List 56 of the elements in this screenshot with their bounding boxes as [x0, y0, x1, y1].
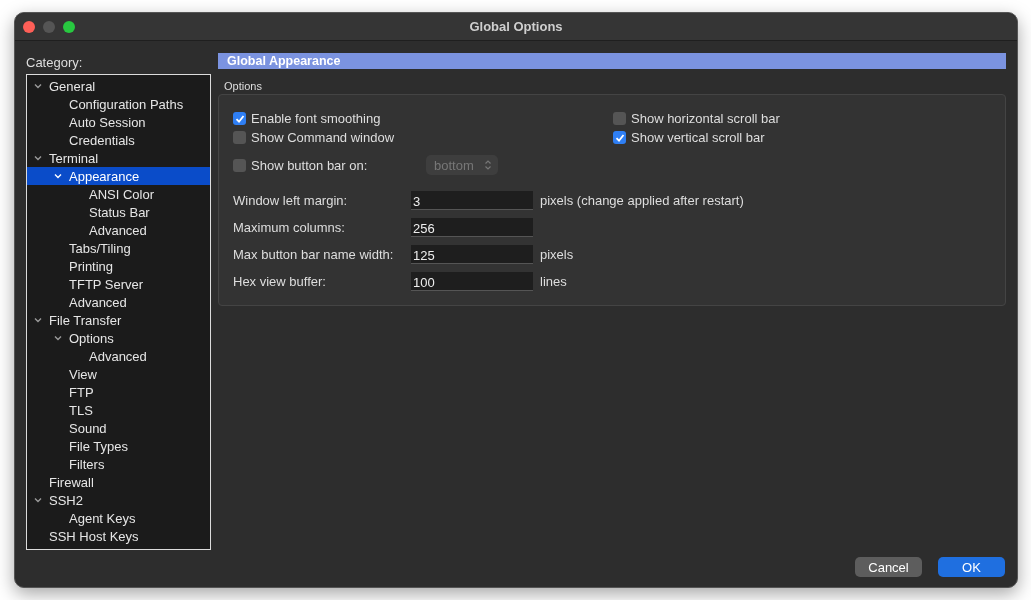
window-title: Global Options	[469, 19, 563, 34]
tree-item[interactable]: Tabs/Tiling	[27, 239, 210, 257]
tree-item[interactable]: TFTP Server	[27, 275, 210, 293]
unit-label: lines	[540, 274, 567, 289]
input-field[interactable]: 256	[411, 218, 533, 237]
panel-header: Global Appearance	[218, 53, 1006, 69]
tree-item[interactable]: FTP	[27, 383, 210, 401]
tree-item[interactable]: General	[27, 77, 210, 95]
field-label: Window left margin:	[233, 193, 349, 208]
tree-item[interactable]: Printing	[27, 257, 210, 275]
input-field[interactable]: 3	[411, 191, 533, 210]
checkbox-label[interactable]: Show vertical scroll bar	[631, 130, 765, 145]
input-field[interactable]: 100	[411, 272, 533, 291]
tree-item[interactable]: Advanced	[27, 293, 210, 311]
field-label: Hex view buffer:	[233, 274, 327, 289]
field-label: Max button bar name width:	[233, 247, 395, 262]
tree-item[interactable]: Configuration Paths	[27, 95, 210, 113]
tree-item[interactable]: Advanced	[27, 347, 210, 365]
checkbox-label[interactable]: Show Command window	[251, 130, 395, 145]
tree-item[interactable]: Status Bar	[27, 203, 210, 221]
ok-button[interactable]: OK	[938, 557, 1005, 577]
group-label: Options	[224, 80, 262, 92]
close-button[interactable]	[23, 20, 35, 33]
tree-item[interactable]: Filters	[27, 455, 210, 473]
checkbox-label[interactable]: Show horizontal scroll bar	[631, 111, 780, 126]
tree-item[interactable]: Options	[27, 329, 210, 347]
chevron-icon[interactable]	[33, 81, 43, 91]
input-field[interactable]: 125	[411, 245, 533, 264]
checkbox[interactable]	[233, 112, 246, 125]
tree-item[interactable]: Sound	[27, 419, 210, 437]
tree-item[interactable]: SSH2	[27, 491, 210, 509]
tree-item[interactable]: Terminal	[27, 149, 210, 167]
updown-arrows-icon	[484, 159, 492, 171]
tree-item[interactable]: ANSI Color	[27, 185, 210, 203]
checkbox[interactable]	[613, 131, 626, 144]
cancel-button[interactable]: Cancel	[855, 557, 922, 577]
tree-item[interactable]: Agent Keys	[27, 509, 210, 527]
unit-label: pixels	[540, 247, 574, 262]
tree-item[interactable]: SSH Host Keys	[27, 527, 210, 545]
zoom-button[interactable]	[63, 20, 75, 33]
checkbox[interactable]	[233, 131, 246, 144]
checkbox-label[interactable]: Enable font smoothing	[251, 111, 381, 126]
tree-item[interactable]: Credentials	[27, 131, 210, 149]
tree-item[interactable]: Appearance	[27, 167, 210, 185]
tree-item[interactable]: View	[27, 365, 210, 383]
tree-item[interactable]: File Types	[27, 437, 210, 455]
tree-item[interactable]: Auto Session	[27, 113, 210, 131]
category-label: Category:	[26, 55, 83, 70]
checkbox[interactable]	[613, 112, 626, 125]
unit-label: pixels (change applied after restart)	[540, 193, 744, 208]
tree-item[interactable]: Firewall	[27, 473, 210, 491]
chevron-icon[interactable]	[33, 495, 43, 505]
tree-item[interactable]: Advanced	[27, 221, 210, 239]
field-label: Maximum columns:	[233, 220, 346, 235]
tree-item[interactable]: TLS	[27, 401, 210, 419]
tree-item[interactable]: File Transfer	[27, 311, 210, 329]
